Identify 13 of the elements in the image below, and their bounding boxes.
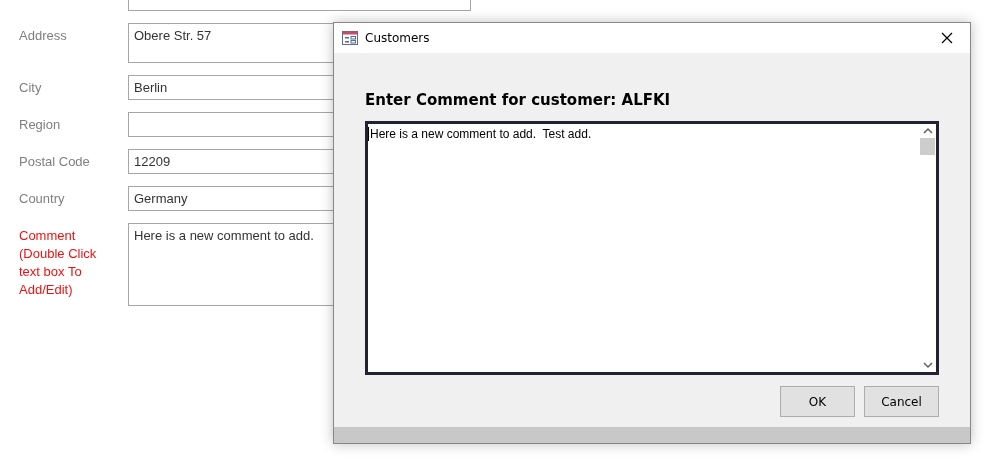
field-label: Comment (Double Click text box To Add/Edit)	[19, 227, 98, 299]
form-icon	[342, 31, 358, 45]
field-label: Address	[19, 27, 68, 45]
window-title: Customers	[365, 31, 431, 45]
ok-button[interactable]: OK	[780, 386, 855, 417]
field-label: Country	[19, 190, 66, 208]
scroll-thumb[interactable]	[920, 138, 935, 155]
field-label: City	[19, 79, 43, 97]
field-label: Postal Code	[19, 153, 91, 171]
field-label: Region	[19, 116, 62, 134]
cancel-button[interactable]: Cancel	[864, 386, 939, 417]
close-icon	[941, 32, 953, 44]
comment-field[interactable]: Here is a new comment to add. Test add.	[365, 121, 939, 375]
